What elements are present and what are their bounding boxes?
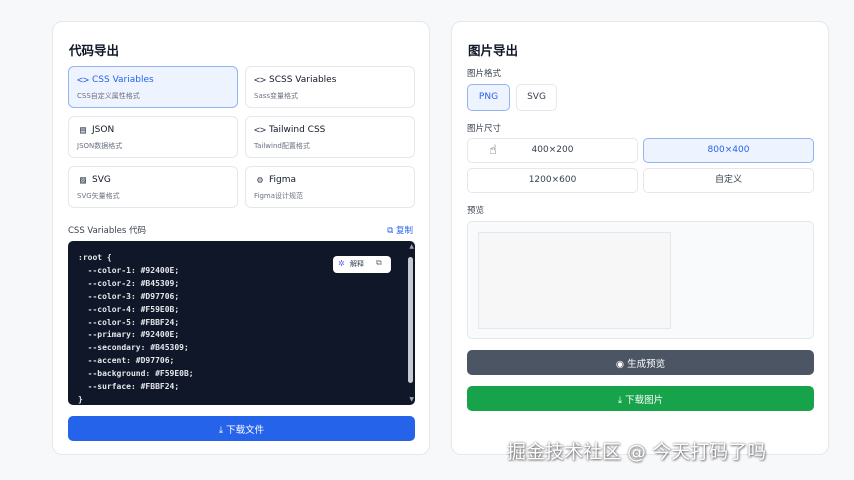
preview-canvas — [478, 232, 671, 329]
format-desc: JSON数据格式 — [77, 142, 123, 150]
copy-button[interactable]: ⧉ 复制 — [387, 224, 413, 236]
format-name: CSS Variables — [92, 75, 154, 85]
size-800x400-button[interactable]: 800×400 — [643, 138, 814, 163]
download-file-button[interactable]: ⤓ 下载文件 — [68, 416, 415, 441]
preview-area — [467, 221, 814, 339]
file-icon: ▤ — [79, 125, 87, 136]
image-export-title: 图片导出 — [468, 43, 519, 58]
scroll-down-icon[interactable]: ▼ — [409, 396, 414, 403]
copy-icon: ⧉ — [387, 226, 396, 236]
download-image-button[interactable]: ⤓ 下载图片 — [467, 386, 814, 411]
size-custom-button[interactable]: 自定义 — [643, 168, 814, 193]
generate-preview-label: 生成预览 — [627, 359, 666, 370]
format-card-json[interactable]: ▤ JSON JSON数据格式 — [68, 116, 238, 158]
preview-label: 预览 — [467, 206, 485, 216]
code-export-title: 代码导出 — [69, 43, 120, 58]
hand-cursor-icon: ☝ — [489, 143, 497, 158]
format-name: SVG — [92, 175, 111, 185]
code-icon: <> — [254, 125, 267, 136]
format-png-button[interactable]: PNG — [467, 84, 510, 111]
format-name: SCSS Variables — [269, 75, 337, 85]
sparkle-icon: ✲ — [338, 259, 345, 268]
download-file-label: 下载文件 — [226, 425, 265, 436]
format-card-scss-variables[interactable]: <> SCSS Variables Sass变量格式 — [245, 66, 415, 108]
format-card-css-variables[interactable]: <> CSS Variables CSS自定义属性格式 — [68, 66, 238, 108]
code-icon: <> — [77, 75, 90, 86]
format-desc: CSS自定义属性格式 — [77, 92, 140, 100]
code-block[interactable]: :root { --color-1: #92400E; --color-2: #… — [68, 241, 415, 405]
scroll-up-icon[interactable]: ▲ — [409, 243, 414, 250]
format-desc: Figma设计规范 — [254, 192, 304, 200]
format-card-tailwind-css[interactable]: <> Tailwind CSS Tailwind配置格式 — [245, 116, 415, 158]
generate-preview-button[interactable]: ◉ 生成预览 — [467, 350, 814, 375]
size-1200x600-button[interactable]: 1200×600 — [467, 168, 638, 193]
format-name: Tailwind CSS — [269, 125, 326, 135]
image-format-label: 图片格式 — [467, 69, 502, 79]
eye-icon: ◉ — [615, 359, 628, 370]
image-icon: ▨ — [79, 175, 87, 186]
format-name: JSON — [92, 125, 115, 135]
format-name: Figma — [269, 175, 297, 185]
format-svg-button[interactable]: SVG — [516, 84, 557, 111]
scrollbar-thumb[interactable] — [408, 257, 413, 383]
explain-button[interactable]: ✲ 解释 ⧉ — [333, 256, 391, 273]
copy-icon[interactable]: ⧉ — [376, 258, 382, 268]
download-image-label: 下载图片 — [625, 395, 664, 406]
code-text: :root { --color-1: #92400E; --color-2: #… — [78, 253, 194, 404]
format-desc: Sass变量格式 — [254, 92, 299, 100]
watermark: 掘金技术社区 @ 今天打码了吗 — [507, 441, 767, 463]
code-export-panel: 代码导出 <> CSS Variables CSS自定义属性格式 <> SCSS… — [52, 21, 430, 455]
format-card-figma[interactable]: ⚙ Figma Figma设计规范 — [245, 166, 415, 208]
format-card-svg[interactable]: ▨ SVG SVG矢量格式 — [68, 166, 238, 208]
explain-label: 解释 — [350, 260, 364, 268]
gear-icon: ⚙ — [256, 175, 264, 186]
code-icon: <> — [254, 75, 267, 86]
copy-label: 复制 — [395, 226, 413, 236]
image-size-label: 图片尺寸 — [467, 124, 502, 134]
code-label: CSS Variables 代码 — [68, 226, 146, 236]
format-desc: SVG矢量格式 — [77, 192, 120, 200]
format-desc: Tailwind配置格式 — [254, 142, 310, 150]
image-export-panel: 图片导出 图片格式 PNG SVG 图片尺寸 400×200 800×400 1… — [451, 21, 829, 455]
